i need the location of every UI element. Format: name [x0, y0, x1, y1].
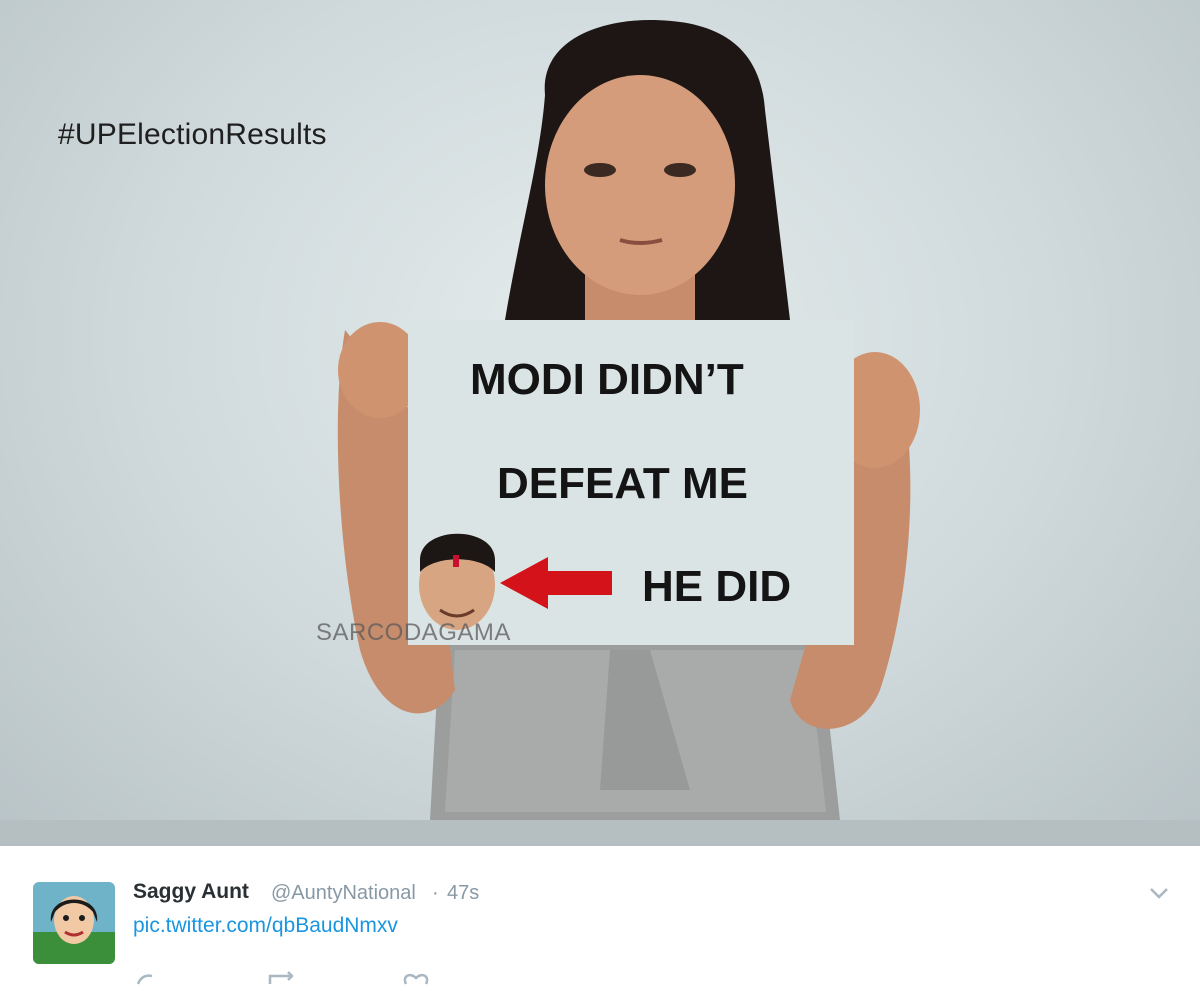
author-handle[interactable]: @AuntyNational: [271, 882, 416, 905]
meta-separator: ·: [432, 882, 439, 904]
tweet-photo[interactable]: #UPElectionResults MODI DIDN’T DEFEAT ME…: [0, 0, 1200, 846]
retweet-icon[interactable]: [268, 970, 298, 991]
tweet-actions: [130, 970, 450, 986]
watermark-text: SARCODAGAMA: [316, 619, 511, 646]
tweet-media-link[interactable]: pic.twitter.com/qbBaudNmxv: [133, 914, 398, 938]
like-icon[interactable]: [402, 970, 430, 991]
avatar-illustration: [33, 882, 115, 964]
reply-icon[interactable]: [136, 970, 156, 991]
sign-line-1: MODI DIDN’T: [470, 355, 744, 404]
avatar[interactable]: [33, 882, 115, 964]
sign-line-3: HE DID: [642, 562, 792, 611]
author-name[interactable]: Saggy Aunt: [133, 880, 249, 904]
tweet-timestamp[interactable]: 47s: [447, 882, 479, 905]
sign-line-2: DEFEAT ME: [497, 459, 748, 508]
chevron-down-icon[interactable]: [1146, 880, 1172, 906]
hashtag-text: #UPElectionResults: [58, 118, 327, 151]
